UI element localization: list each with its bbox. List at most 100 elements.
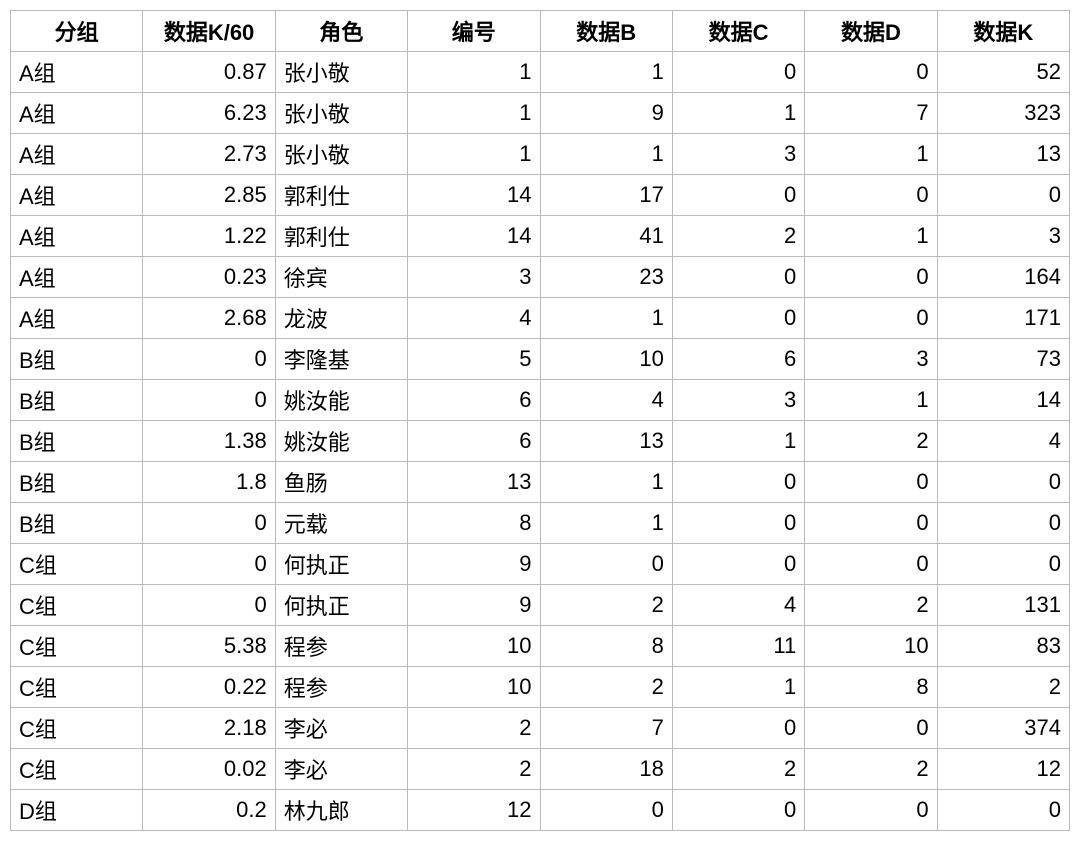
cell-role: 林九郎 (275, 790, 407, 831)
table-row: B组1.38姚汝能613124 (11, 421, 1070, 462)
cell-role: 何执正 (275, 585, 407, 626)
cell-no: 8 (408, 503, 540, 544)
cell-d: 8 (805, 667, 937, 708)
table-row: C组5.38程参108111083 (11, 626, 1070, 667)
cell-b: 1 (540, 503, 672, 544)
table-row: A组2.73张小敬113113 (11, 134, 1070, 175)
cell-d: 2 (805, 421, 937, 462)
cell-c: 0 (672, 462, 804, 503)
cell-k60: 2.68 (143, 298, 275, 339)
cell-d: 10 (805, 626, 937, 667)
cell-d: 1 (805, 134, 937, 175)
cell-b: 1 (540, 134, 672, 175)
cell-d: 0 (805, 462, 937, 503)
cell-k60: 0.2 (143, 790, 275, 831)
cell-k: 73 (937, 339, 1069, 380)
cell-role: 张小敬 (275, 134, 407, 175)
cell-b: 18 (540, 749, 672, 790)
cell-k60: 5.38 (143, 626, 275, 667)
cell-k: 164 (937, 257, 1069, 298)
cell-k60: 0.02 (143, 749, 275, 790)
cell-k60: 0 (143, 380, 275, 421)
cell-b: 0 (540, 790, 672, 831)
cell-b: 1 (540, 52, 672, 93)
cell-k60: 2.85 (143, 175, 275, 216)
data-table: 分组 数据K/60 角色 编号 数据B 数据C 数据D 数据K A组0.87张小… (10, 10, 1070, 831)
cell-group: B组 (11, 339, 143, 380)
col-header-b: 数据B (540, 11, 672, 52)
cell-d: 2 (805, 749, 937, 790)
cell-k60: 0.23 (143, 257, 275, 298)
cell-role: 鱼肠 (275, 462, 407, 503)
cell-c: 0 (672, 544, 804, 585)
cell-c: 4 (672, 585, 804, 626)
cell-b: 1 (540, 298, 672, 339)
cell-no: 10 (408, 667, 540, 708)
table-row: D组0.2林九郎120000 (11, 790, 1070, 831)
cell-role: 龙波 (275, 298, 407, 339)
cell-no: 9 (408, 585, 540, 626)
cell-c: 0 (672, 708, 804, 749)
cell-no: 9 (408, 544, 540, 585)
cell-k: 0 (937, 790, 1069, 831)
cell-k60: 6.23 (143, 93, 275, 134)
cell-role: 张小敬 (275, 52, 407, 93)
cell-b: 2 (540, 585, 672, 626)
col-header-d: 数据D (805, 11, 937, 52)
cell-d: 0 (805, 790, 937, 831)
cell-no: 1 (408, 93, 540, 134)
cell-b: 13 (540, 421, 672, 462)
cell-k60: 0 (143, 585, 275, 626)
cell-role: 张小敬 (275, 93, 407, 134)
cell-k60: 1.22 (143, 216, 275, 257)
cell-k: 0 (937, 462, 1069, 503)
cell-group: B组 (11, 462, 143, 503)
table-row: C组0.22程参102182 (11, 667, 1070, 708)
cell-c: 0 (672, 298, 804, 339)
cell-d: 3 (805, 339, 937, 380)
cell-k: 323 (937, 93, 1069, 134)
cell-k60: 0 (143, 544, 275, 585)
cell-d: 0 (805, 257, 937, 298)
cell-d: 0 (805, 175, 937, 216)
cell-c: 0 (672, 790, 804, 831)
cell-b: 9 (540, 93, 672, 134)
cell-role: 李必 (275, 749, 407, 790)
cell-b: 1 (540, 462, 672, 503)
cell-b: 0 (540, 544, 672, 585)
cell-no: 14 (408, 216, 540, 257)
col-header-c: 数据C (672, 11, 804, 52)
cell-no: 2 (408, 708, 540, 749)
cell-no: 6 (408, 380, 540, 421)
cell-k: 171 (937, 298, 1069, 339)
cell-no: 6 (408, 421, 540, 462)
cell-no: 5 (408, 339, 540, 380)
cell-no: 10 (408, 626, 540, 667)
cell-k: 374 (937, 708, 1069, 749)
table-row: A组0.23徐宾32300164 (11, 257, 1070, 298)
cell-group: A组 (11, 52, 143, 93)
cell-k60: 0.22 (143, 667, 275, 708)
cell-role: 姚汝能 (275, 421, 407, 462)
cell-d: 0 (805, 544, 937, 585)
cell-c: 2 (672, 216, 804, 257)
col-header-k60: 数据K/60 (143, 11, 275, 52)
cell-role: 郭利仕 (275, 216, 407, 257)
cell-k: 52 (937, 52, 1069, 93)
table-row: B组0姚汝能643114 (11, 380, 1070, 421)
cell-d: 0 (805, 298, 937, 339)
cell-c: 0 (672, 52, 804, 93)
cell-k: 14 (937, 380, 1069, 421)
cell-group: C组 (11, 708, 143, 749)
table-row: B组1.8鱼肠131000 (11, 462, 1070, 503)
cell-no: 3 (408, 257, 540, 298)
cell-no: 12 (408, 790, 540, 831)
cell-d: 0 (805, 52, 937, 93)
cell-group: A组 (11, 134, 143, 175)
cell-role: 何执正 (275, 544, 407, 585)
cell-k: 4 (937, 421, 1069, 462)
table-row: C组2.18李必2700374 (11, 708, 1070, 749)
cell-b: 8 (540, 626, 672, 667)
cell-k60: 0.87 (143, 52, 275, 93)
cell-group: D组 (11, 790, 143, 831)
